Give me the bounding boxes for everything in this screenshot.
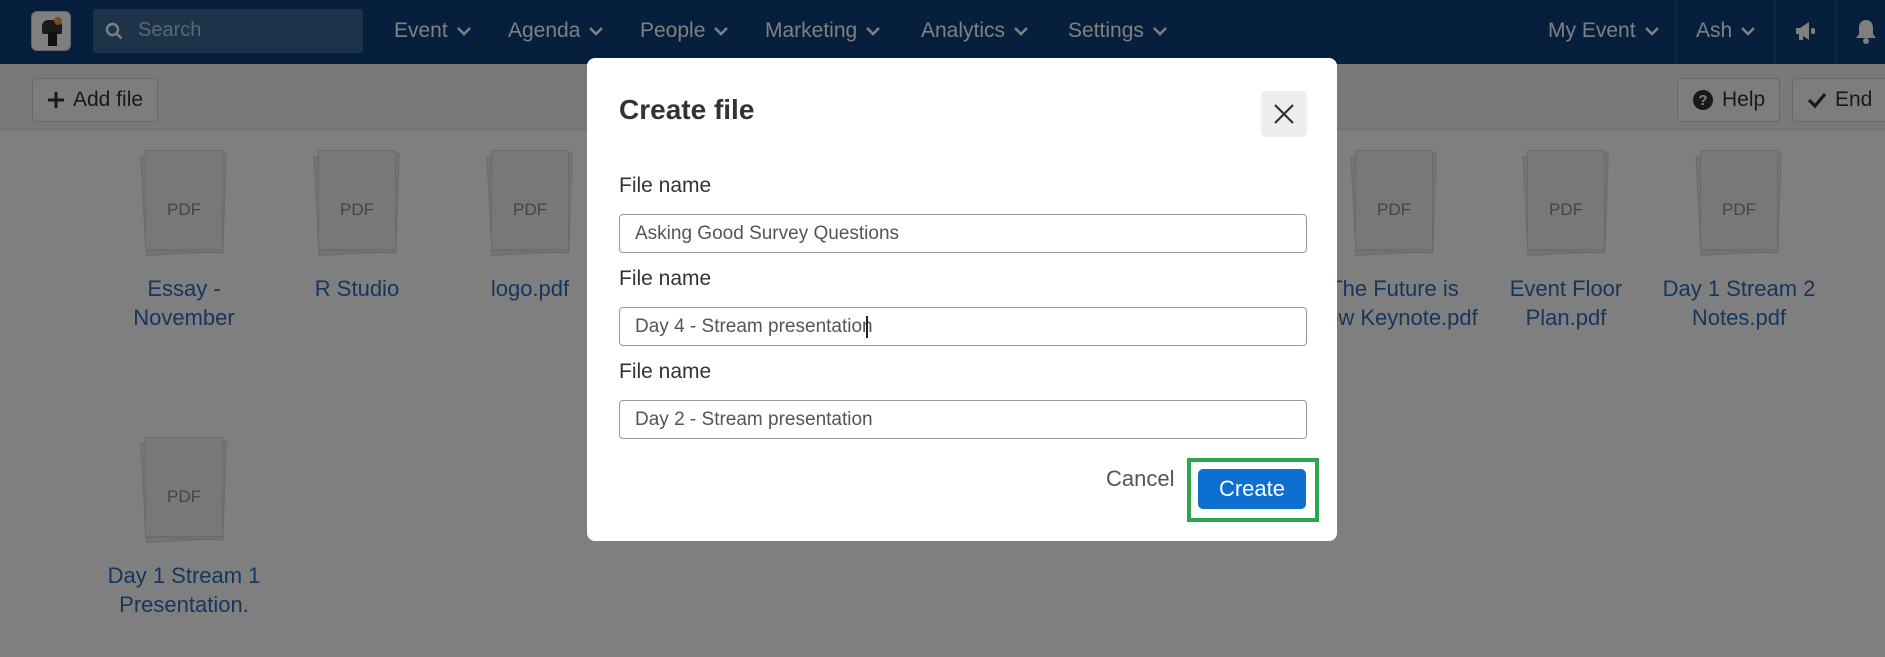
file-name-input-3[interactable] [619,400,1307,439]
file-name-label: File name [619,174,712,197]
create-button-highlight [1187,458,1319,522]
cancel-button[interactable]: Cancel [1106,466,1174,492]
close-icon [1274,104,1294,124]
close-button[interactable] [1261,91,1307,137]
file-name-label: File name [619,267,712,290]
file-name-label: File name [619,360,712,383]
file-name-input-2[interactable] [619,307,1307,346]
text-cursor [866,316,868,338]
dialog-title: Create file [619,94,755,125]
file-name-input-1[interactable] [619,214,1307,253]
